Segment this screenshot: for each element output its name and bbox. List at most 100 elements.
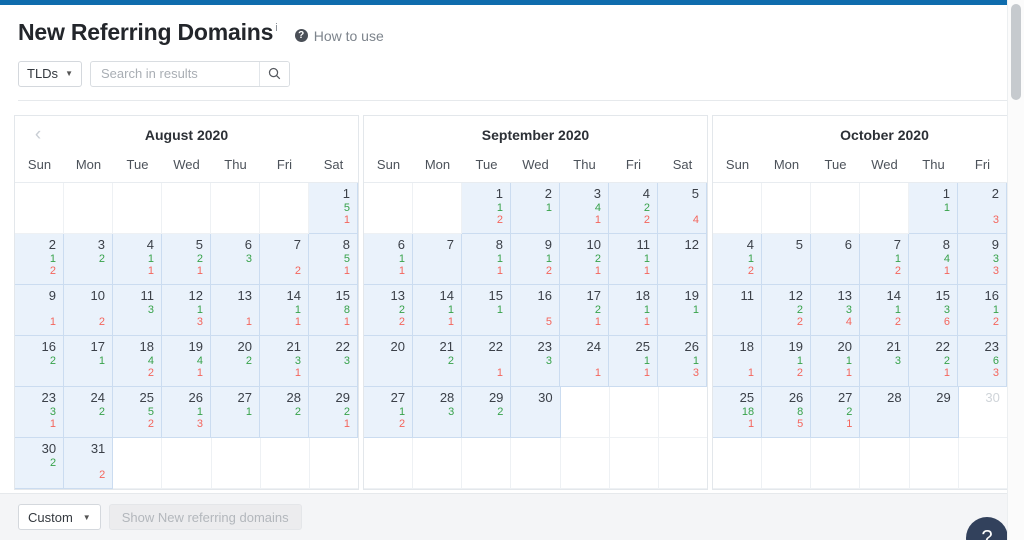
- calendar-day-cell[interactable]: 1811: [609, 285, 658, 336]
- calendar-day-cell[interactable]: 1222: [762, 285, 811, 336]
- calendar-day-cell[interactable]: 2712: [364, 387, 413, 438]
- calendar-day-cell[interactable]: 2921: [309, 387, 358, 438]
- show-new-referring-domains-button[interactable]: Show New referring domains: [109, 504, 302, 530]
- calendar-day-values: 3: [511, 355, 552, 379]
- date-range-dropdown[interactable]: Custom ▼: [18, 504, 101, 530]
- calendar-day-cell[interactable]: 28: [860, 387, 909, 438]
- calendar-day-cell[interactable]: 21: [511, 183, 560, 234]
- calendar-day-cell[interactable]: 271: [211, 387, 260, 438]
- new-domains-count: 1: [658, 304, 699, 316]
- calendar-day-cell[interactable]: 841: [909, 234, 958, 285]
- calendar-day-cell[interactable]: 1411: [413, 285, 462, 336]
- new-domains-count: [462, 443, 503, 455]
- calendar-day-cell[interactable]: 25181: [713, 387, 762, 438]
- calendar-day-cell[interactable]: 29: [910, 387, 959, 438]
- calendar-day-cell[interactable]: 212: [15, 234, 64, 285]
- calendar-day-cell[interactable]: 282: [260, 387, 309, 438]
- calendar-day-cell[interactable]: 1411: [260, 285, 309, 336]
- calendar-day-cell[interactable]: 1912: [762, 336, 811, 387]
- calendar-day-cell[interactable]: 11: [909, 183, 958, 234]
- calendar-day-cell[interactable]: 223: [309, 336, 358, 387]
- calendar-day-cell[interactable]: 2613: [658, 336, 707, 387]
- calendar-day-cell[interactable]: 1941: [162, 336, 211, 387]
- page-scrollbar[interactable]: [1007, 0, 1024, 540]
- info-superscript[interactable]: i: [275, 22, 277, 34]
- calendar-day-cell[interactable]: 6: [811, 234, 860, 285]
- calendar-day-cell[interactable]: 712: [860, 234, 909, 285]
- search-input[interactable]: [91, 62, 259, 86]
- calendar-day-cell[interactable]: 54: [658, 183, 707, 234]
- calendar-day-cell[interactable]: 131: [211, 285, 260, 336]
- calendar-day-cell[interactable]: 202: [211, 336, 260, 387]
- calendar-day-cell[interactable]: 1721: [560, 285, 609, 336]
- calendar-day-cell[interactable]: 422: [609, 183, 658, 234]
- calendar-day-cell[interactable]: 1111: [609, 234, 658, 285]
- calendar-day-cell[interactable]: 30: [511, 387, 560, 438]
- calendar-day-cell[interactable]: 611: [364, 234, 413, 285]
- calendar-day-cell[interactable]: 1021: [560, 234, 609, 285]
- calendar-day-cell[interactable]: 63: [211, 234, 260, 285]
- calendar-day-cell[interactable]: 11: [713, 285, 762, 336]
- calendar-day-values: 1: [511, 202, 552, 226]
- calendar-day-cell[interactable]: 241: [560, 336, 609, 387]
- calendar-day-cell[interactable]: 912: [511, 234, 560, 285]
- calendar-day-cell[interactable]: 212: [413, 336, 462, 387]
- search-button[interactable]: [259, 62, 289, 86]
- calendar-day-cell[interactable]: 112: [462, 183, 511, 234]
- calendar-day-cell[interactable]: 292: [462, 387, 511, 438]
- calendar-day-cell[interactable]: 2685: [762, 387, 811, 438]
- calendar-day-cell[interactable]: 113: [113, 285, 162, 336]
- calendar-day-cell[interactable]: 171: [64, 336, 113, 387]
- calendar-day-cell[interactable]: 2131: [260, 336, 309, 387]
- calendar-day-cell[interactable]: 233: [511, 336, 560, 387]
- calendar-day-cell[interactable]: 2552: [113, 387, 162, 438]
- calendar-day-cell[interactable]: 1334: [811, 285, 860, 336]
- page-scrollbar-thumb[interactable]: [1011, 4, 1021, 100]
- calendar-day-cell[interactable]: 213: [860, 336, 909, 387]
- calendar-day-cell[interactable]: 341: [560, 183, 609, 234]
- calendar-day-cell[interactable]: 312: [64, 438, 113, 489]
- calendar-day-cell[interactable]: 151: [462, 285, 511, 336]
- calendar-day-cell[interactable]: 2221: [909, 336, 958, 387]
- calendar-day-cell[interactable]: 5: [762, 234, 811, 285]
- calendar-day-cell[interactable]: 191: [658, 285, 707, 336]
- tld-dropdown[interactable]: TLDs ▼: [18, 61, 82, 87]
- calendar-day-cell[interactable]: 2331: [15, 387, 64, 438]
- calendar-day-cell[interactable]: 521: [162, 234, 211, 285]
- calendar-day-cell[interactable]: 1213: [162, 285, 211, 336]
- calendar-day-cell[interactable]: 2721: [811, 387, 860, 438]
- calendar-day-cell[interactable]: 302: [15, 438, 64, 489]
- how-to-use-link[interactable]: ? How to use: [295, 28, 384, 44]
- calendar-day-cell[interactable]: 23: [958, 183, 1007, 234]
- calendar-day-cell[interactable]: 102: [64, 285, 113, 336]
- calendar-day-cell[interactable]: 2613: [162, 387, 211, 438]
- calendar-day-cell[interactable]: 1842: [113, 336, 162, 387]
- calendar-day-cell[interactable]: 811: [462, 234, 511, 285]
- calendar-day-cell[interactable]: 72: [260, 234, 309, 285]
- calendar-day-cell[interactable]: 283: [413, 387, 462, 438]
- calendar-day-cell[interactable]: 7: [413, 234, 462, 285]
- calendar-day-cell[interactable]: 221: [462, 336, 511, 387]
- calendar-day-cell[interactable]: 20: [364, 336, 413, 387]
- calendar-day-cell[interactable]: 851: [309, 234, 358, 285]
- calendar-day-cell[interactable]: 162: [15, 336, 64, 387]
- calendar-day-cell[interactable]: 1536: [909, 285, 958, 336]
- calendar-day-cell[interactable]: 242: [64, 387, 113, 438]
- calendar-day-cell[interactable]: 91: [15, 285, 64, 336]
- calendar-day-cell[interactable]: 2511: [609, 336, 658, 387]
- calendar-day-cell[interactable]: 1412: [860, 285, 909, 336]
- calendar-day-cell[interactable]: 32: [64, 234, 113, 285]
- calendar-day-cell[interactable]: 165: [511, 285, 560, 336]
- calendar-day-cell[interactable]: 1612: [958, 285, 1007, 336]
- calendar-day-cell[interactable]: 412: [713, 234, 762, 285]
- calendar-day-cell[interactable]: 12: [658, 234, 707, 285]
- calendar-day-cell[interactable]: 1322: [364, 285, 413, 336]
- calendar-day-cell[interactable]: 411: [113, 234, 162, 285]
- calendar-day-cell[interactable]: 2011: [811, 336, 860, 387]
- prev-month-chevron-icon[interactable]: ‹: [27, 124, 49, 146]
- calendar-day-cell[interactable]: 181: [713, 336, 762, 387]
- calendar-day-cell[interactable]: 1581: [309, 285, 358, 336]
- calendar-day-cell[interactable]: 933: [958, 234, 1007, 285]
- calendar-day-cell[interactable]: 151: [309, 183, 358, 234]
- calendar-day-cell[interactable]: 2363: [958, 336, 1007, 387]
